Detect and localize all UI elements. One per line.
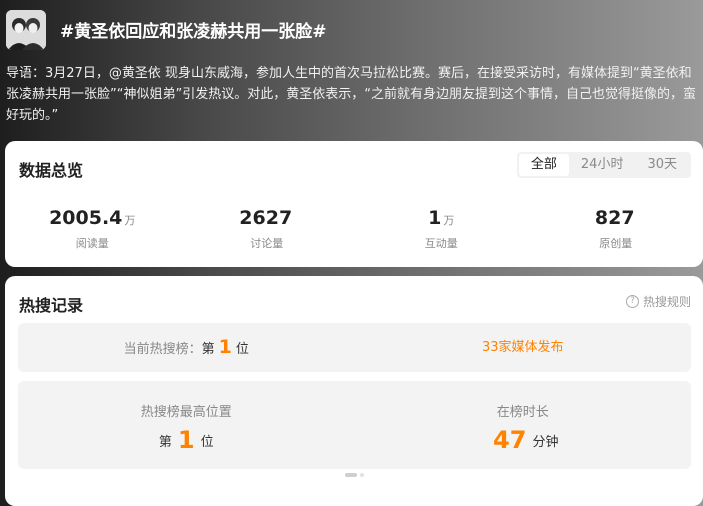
topic-header: #黄圣依回应和张凌赫共用一张脸# 导语：3月27日，@黄圣依 现身山东威海，参加… [0, 0, 703, 140]
stat-interactions-label: 互动量 [354, 235, 529, 251]
rank-stats-panel: 热搜榜最高位置 第1位 在榜时长 47 分钟 [18, 381, 691, 469]
time-range-tabs: 全部 24小时 30天 [517, 152, 691, 178]
highest-rank-wei: 位 [201, 435, 214, 450]
hot-search-title: 热搜记录 [19, 292, 83, 316]
tab-24h[interactable]: 24小时 [569, 154, 636, 176]
stat-interactions-unit: 万 [443, 214, 454, 227]
current-rank-value: 1 [219, 336, 232, 358]
hot-search-rules-link[interactable]: ? 热搜规则 [626, 293, 691, 310]
media-publish-link[interactable]: 33家媒体发布 [482, 340, 564, 355]
overview-title: 数据总览 [19, 157, 83, 181]
hot-search-rules-label: 热搜规则 [643, 293, 691, 310]
pager-dot[interactable] [360, 473, 364, 477]
stats-row: 2005.4万 阅读量 2627 讨论量 1万 互动量 827 原创量 [5, 207, 703, 251]
stat-discussions-value: 2627 [239, 207, 292, 229]
current-rank-wei: 位 [236, 342, 249, 357]
stat-originals: 827 原创量 [529, 207, 703, 251]
on-list-duration: 在榜时长 47 分钟 [355, 381, 692, 469]
duration-value: 47 [493, 426, 526, 454]
hot-search-card: 热搜记录 ? 热搜规则 当前热搜榜：第1位 33家媒体发布 热搜榜最高位置 第1… [5, 276, 703, 506]
portrait-photo-icon [6, 10, 46, 50]
stat-reads-unit: 万 [124, 214, 135, 227]
highest-rank: 热搜榜最高位置 第1位 [18, 381, 355, 469]
stat-reads-label: 阅读量 [5, 235, 180, 251]
stat-originals-label: 原创量 [529, 235, 703, 251]
stat-discussions-label: 讨论量 [180, 235, 355, 251]
topic-title: #黄圣依回应和张凌赫共用一张脸# [60, 17, 327, 42]
duration-unit: 分钟 [532, 435, 558, 450]
current-rank: 当前热搜榜：第1位 [18, 323, 355, 374]
stat-discussions: 2627 讨论量 [180, 207, 355, 251]
current-rank-di: 第 [202, 342, 215, 357]
stat-reads: 2005.4万 阅读量 [5, 207, 180, 251]
duration-label: 在榜时长 [355, 401, 692, 420]
stat-originals-value: 827 [595, 207, 635, 229]
topic-avatar[interactable] [6, 10, 46, 50]
current-rank-prefix: 当前热搜榜： [124, 342, 202, 357]
highest-rank-di: 第 [159, 435, 172, 450]
topic-intro: 导语：3月27日，@黄圣依 现身山东威海，参加人生中的首次马拉松比赛。赛后，在接… [6, 63, 700, 126]
pager-dots [345, 473, 364, 477]
stat-interactions: 1万 互动量 [354, 207, 529, 251]
highest-rank-label: 热搜榜最高位置 [18, 401, 355, 420]
pager-dot-active[interactable] [345, 473, 357, 477]
highest-rank-value: 1 [178, 426, 195, 454]
tab-30d[interactable]: 30天 [635, 154, 689, 176]
overview-card: 数据总览 全部 24小时 30天 2005.4万 阅读量 2627 讨论量 1万… [5, 141, 703, 267]
tab-all[interactable]: 全部 [519, 154, 569, 176]
current-rank-panel: 当前热搜榜：第1位 33家媒体发布 [18, 323, 691, 372]
stat-reads-value: 2005.4 [49, 207, 122, 229]
stat-interactions-value: 1 [428, 207, 441, 229]
question-circle-icon: ? [626, 295, 639, 308]
